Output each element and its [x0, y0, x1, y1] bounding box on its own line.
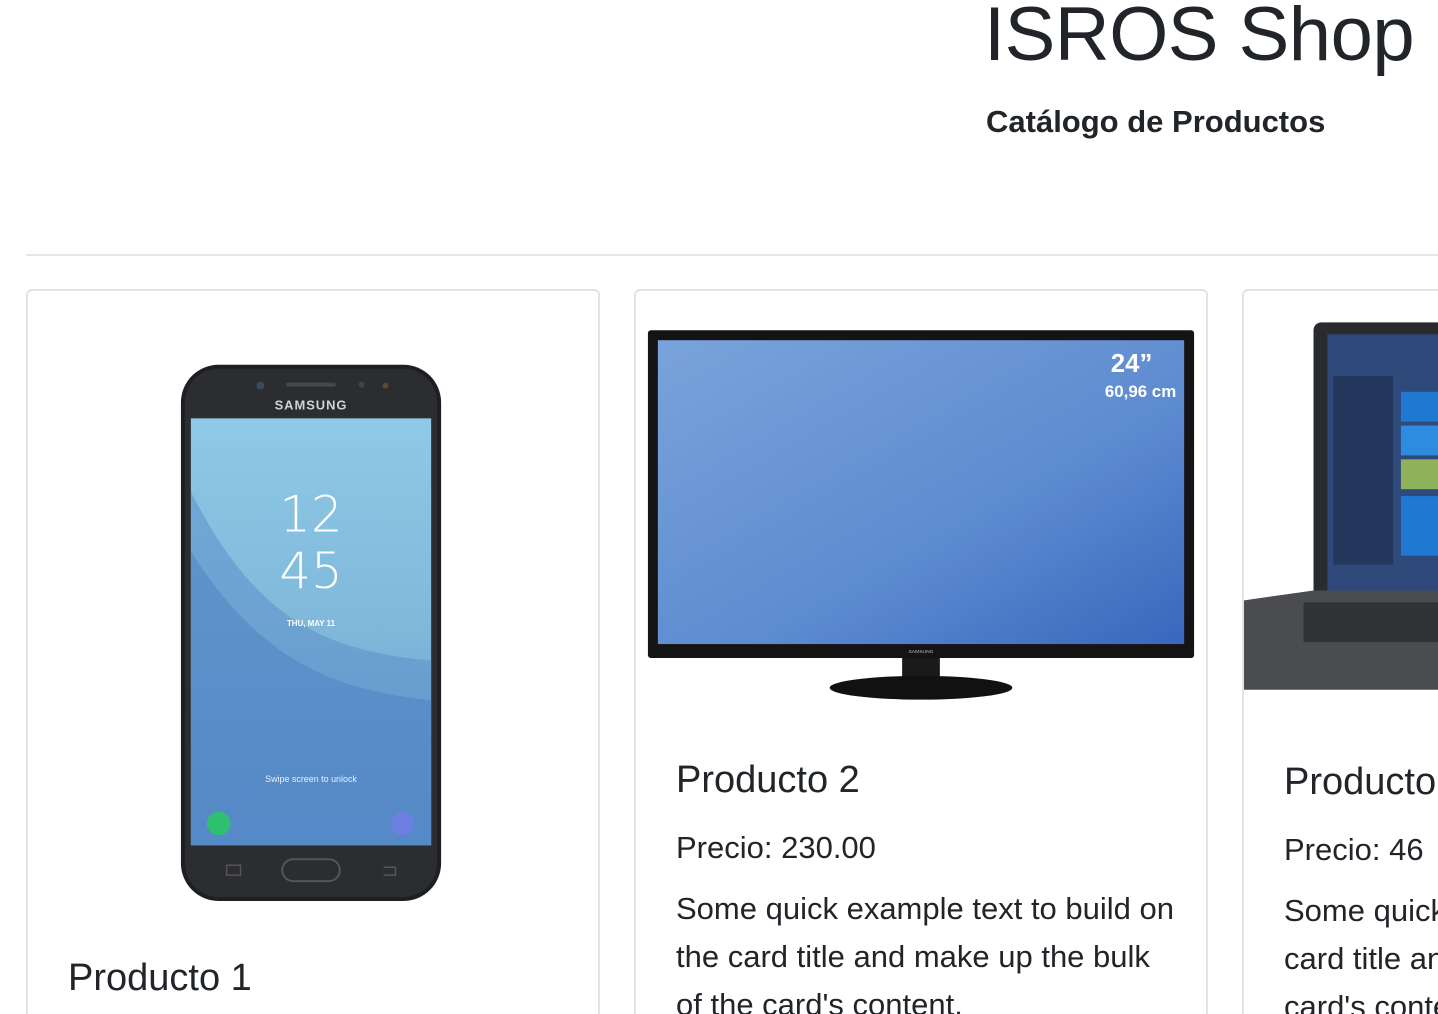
monitor-brand-text: SAMSUNG [908, 649, 933, 655]
page: ISROS Shop Catálogo de Productos SAMSUNG [0, 0, 1438, 1014]
product-title: Producto 2 [676, 759, 860, 801]
monitor-size-cm: 60,96 cm [1105, 382, 1176, 401]
phone-brand-text: SAMSUNG [275, 397, 348, 412]
card-body: Producto 2 Precio: 230.00 Some quick exa… [676, 757, 1176, 1014]
product-card[interactable]: 24” 60,96 cm SAMSUNG Producto 2 Precio: … [634, 289, 1208, 1014]
phone-clock-minute: 45 [279, 542, 342, 600]
product-title: Producto 1 [68, 957, 252, 999]
product-image-monitor[interactable]: 24” 60,96 cm SAMSUNG [636, 291, 1206, 731]
product-description: Some quick example text to build on the … [676, 891, 1174, 1014]
phone-camera-icon [390, 811, 415, 836]
product-image-phone[interactable]: SAMSUNG 12 45 THU, MAY 11 Swipe screen t… [28, 291, 598, 931]
product-title: Producto 3 [1284, 761, 1438, 803]
product-image-laptop[interactable] [1244, 291, 1438, 731]
product-card[interactable]: Producto 3 Precio: 46 Some quick example… [1242, 289, 1438, 1014]
product-description: Some quick example text to build on the … [1284, 893, 1438, 1014]
page-title: ISROS Shop [984, 0, 1415, 77]
card-body: Producto 3 Precio: 46 Some quick example… [1284, 759, 1438, 1014]
product-price: Precio: 46 [1284, 832, 1424, 867]
phone-date-text: THU, MAY 11 [287, 619, 336, 628]
product-card[interactable]: SAMSUNG 12 45 THU, MAY 11 Swipe screen t… [26, 289, 600, 1014]
monitor-size-inch: 24” [1111, 350, 1153, 378]
phone-call-icon [206, 811, 231, 836]
phone-unlock-text: Swipe screen to unlock [265, 774, 357, 784]
header-divider [26, 254, 1438, 256]
card-body: Producto 1 [68, 955, 568, 1001]
page-subtitle: Catálogo de Productos [986, 104, 1326, 139]
product-price: Precio: 230.00 [676, 830, 876, 865]
phone-clock-hour: 12 [279, 486, 342, 544]
